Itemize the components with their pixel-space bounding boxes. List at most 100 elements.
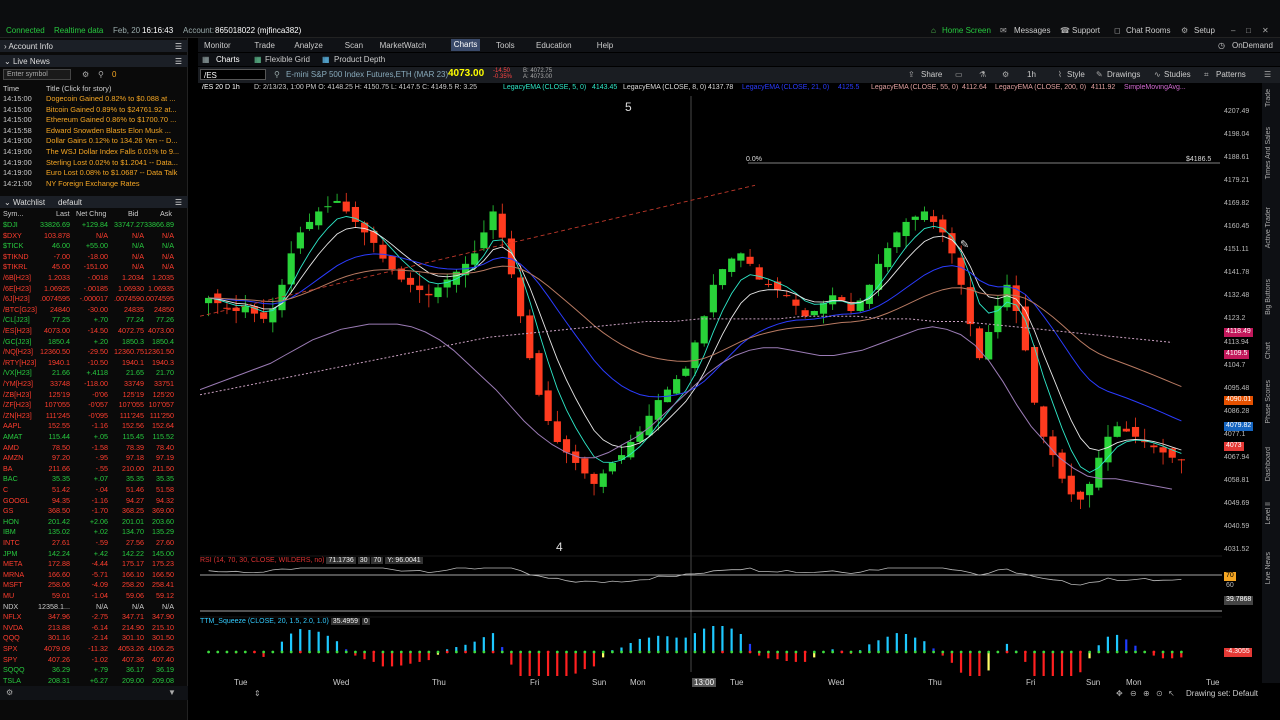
cell-symbol[interactable]: $DJI <box>3 220 18 229</box>
zoom-out-icon[interactable]: ⊖ <box>1130 689 1137 698</box>
cell-symbol[interactable]: $TIKND <box>3 252 29 261</box>
cell-symbol[interactable]: META <box>3 559 22 568</box>
account-info-header[interactable]: › Account Info ☰ <box>0 40 188 52</box>
side-tab-active-trader[interactable]: Active Trader <box>1265 207 1272 248</box>
price-chart[interactable]: 0.0% $4186.5 5 4 ✎ <box>200 96 1222 676</box>
watchlist-header[interactable]: ⌄ Watchlist default ☰ <box>0 196 188 208</box>
grid-layout-icon[interactable]: ▦ <box>254 55 262 64</box>
dropdown-icon[interactable]: ▼ <box>168 688 176 697</box>
menu-icon[interactable]: ☰ <box>1264 70 1271 79</box>
ttm-header[interactable]: TTM_Squeeze (CLOSE, 20, 1.5, 2.0, 1.0) 3… <box>200 618 370 625</box>
table-row[interactable]: IBM 135.02 +.02 134.70 135.29 <box>0 527 188 538</box>
tab-charts[interactable]: Charts <box>216 55 240 64</box>
cell-symbol[interactable]: SQQQ <box>3 665 25 674</box>
ema8-label[interactable]: LegacyEMA (CLOSE, 8, 0) <box>623 84 706 91</box>
news-row[interactable]: 14:21:00 NY Foreign Exchange Rates <box>0 179 188 190</box>
cell-symbol[interactable]: AMAT <box>3 432 22 441</box>
cell-symbol[interactable]: $TICK <box>3 241 23 250</box>
collapse-icon[interactable]: ⌄ <box>4 198 13 207</box>
table-row[interactable]: $DJI 33826.69 +129.84 33747.27 33866.89 <box>0 220 188 231</box>
cell-symbol[interactable]: /NQ[H23] <box>3 347 33 356</box>
table-row[interactable]: /6B[H23] 1.2033 -.0018 1.2034 1.2035 <box>0 273 188 284</box>
ondemand-button[interactable]: OnDemand <box>1232 41 1273 50</box>
zoom-in-icon[interactable]: ⊕ <box>1143 689 1150 698</box>
timeframe-button[interactable]: 1h <box>1027 70 1036 79</box>
chart-symbol-input[interactable]: /ES <box>200 69 266 80</box>
side-tab-big-buttons[interactable]: Big Buttons <box>1265 279 1272 315</box>
messages-button[interactable]: Messages <box>1014 26 1050 35</box>
share-icon[interactable]: ⇪ <box>908 70 915 79</box>
side-tab-level-ii[interactable]: Level II <box>1265 502 1272 525</box>
menu-analyze[interactable]: Analyze <box>294 41 322 50</box>
table-row[interactable]: BA 211.66 -.55 210.00 211.50 <box>0 464 188 475</box>
menu-icon[interactable]: ☰ <box>175 198 182 207</box>
menu-icon[interactable]: ☰ <box>175 42 182 51</box>
cell-symbol[interactable]: BA <box>3 464 13 473</box>
news-headline[interactable]: Bitcoin Gained 0.89% to $24761.92 at... <box>46 105 177 114</box>
home-icon[interactable]: ⌂ <box>931 26 936 35</box>
cell-symbol[interactable]: $DXY <box>3 231 22 240</box>
table-row[interactable]: INTC 27.61 -.59 27.56 27.60 <box>0 538 188 549</box>
minimize-icon[interactable]: – <box>1231 26 1235 35</box>
drawings-icon[interactable]: ✎ <box>1096 70 1103 79</box>
symbol-input[interactable]: Enter symbol <box>3 69 71 80</box>
news-headline[interactable]: NY Foreign Exchange Rates <box>46 179 140 188</box>
menu-scan[interactable]: Scan <box>345 41 363 50</box>
cell-symbol[interactable]: BAC <box>3 474 18 483</box>
cell-symbol[interactable]: /ZB[H23] <box>3 390 31 399</box>
gear-icon[interactable]: ⚙ <box>1181 26 1188 35</box>
menu-help[interactable]: Help <box>597 41 613 50</box>
link-icon[interactable]: ⚲ <box>274 70 280 79</box>
support-button[interactable]: Support <box>1072 26 1100 35</box>
cell-symbol[interactable]: /6J[H23] <box>3 294 30 303</box>
table-row[interactable]: $TIKND -7.00 -18.00 N/A N/A <box>0 252 188 263</box>
col-netchng[interactable]: Net Chng <box>76 209 106 218</box>
ema5-label[interactable]: LegacyEMA (CLOSE, 5, 0) <box>503 84 586 91</box>
table-row[interactable]: /CL[J23] 77.25 +.70 77.24 77.26 <box>0 315 188 326</box>
ema200-label[interactable]: LegacyEMA (CLOSE, 200, 0) <box>995 84 1086 91</box>
grid-icon[interactable]: ▦ <box>202 55 210 64</box>
cell-symbol[interactable]: NVDA <box>3 623 23 632</box>
table-row[interactable]: SPX 4079.09 -11.32 4053.26 4106.25 <box>0 644 188 655</box>
table-row[interactable]: $TICK 46.00 +55.00 N/A N/A <box>0 241 188 252</box>
table-row[interactable]: /6E[H23] 1.06925 -.00185 1.06930 1.06935 <box>0 284 188 295</box>
zoom-reset-icon[interactable]: ⊙ <box>1156 689 1163 698</box>
table-row[interactable]: HON 201.42 +2.06 201.01 203.60 <box>0 517 188 528</box>
sma-label[interactable]: SimpleMovingAvg... <box>1124 84 1186 91</box>
cell-symbol[interactable]: /ES[H23] <box>3 326 32 335</box>
ema55-label[interactable]: LegacyEMA (CLOSE, 55, 0) <box>871 84 958 91</box>
cell-symbol[interactable]: /YM[H23] <box>3 379 33 388</box>
maximize-icon[interactable]: □ <box>1246 26 1251 35</box>
cell-symbol[interactable]: NFLX <box>3 612 21 621</box>
cell-symbol[interactable]: QQQ <box>3 633 20 642</box>
news-row[interactable]: 14:19:00 The WSJ Dollar Index Falls 0.01%… <box>0 147 188 158</box>
news-row[interactable]: 14:19:00 Sterling Lost 0.02% to $1.2041 -… <box>0 158 188 169</box>
table-row[interactable]: /6J[H23] .0074595 -.000017.0074590.0074595 <box>0 294 188 305</box>
table-row[interactable]: GS 368.50 -1.70 368.25 369.00 <box>0 506 188 517</box>
side-tab-phase-scores[interactable]: Phase Scores <box>1265 380 1272 424</box>
col-sym[interactable]: Sym... <box>3 209 23 218</box>
news-row[interactable]: 14:15:00 Dogecoin Gained 0.82% to $0.088 … <box>0 94 188 105</box>
cell-symbol[interactable]: AMD <box>3 443 19 452</box>
cell-symbol[interactable]: /BTC[G23] <box>3 305 37 314</box>
table-row[interactable]: $TIKRL 45.00 -151.00 N/A N/A <box>0 262 188 273</box>
table-row[interactable]: MU 59.01 -1.04 59.06 59.12 <box>0 591 188 602</box>
close-icon[interactable]: ✕ <box>1262 26 1269 35</box>
ondemand-icon[interactable]: ◷ <box>1218 41 1225 50</box>
col-bid[interactable]: Bid <box>128 209 138 218</box>
live-news-header[interactable]: ⌄ Live News ☰ <box>0 55 188 67</box>
cell-symbol[interactable]: INTC <box>3 538 20 547</box>
table-row[interactable]: META 172.88 -4.44 175.17 175.23 <box>0 559 188 570</box>
cell-symbol[interactable]: SPY <box>3 655 17 664</box>
table-row[interactable]: AMZN 97.20 -.95 97.18 97.19 <box>0 453 188 464</box>
support-icon[interactable]: ☎ <box>1060 26 1070 35</box>
setup-button[interactable]: Setup <box>1194 26 1215 35</box>
col-last[interactable]: Last <box>56 209 70 218</box>
mail-icon[interactable]: ✉ <box>1000 26 1007 35</box>
cell-symbol[interactable]: MRNA <box>3 570 24 579</box>
table-row[interactable]: C 51.42 -.04 51.46 51.58 <box>0 485 188 496</box>
style-icon[interactable]: ⌇ <box>1058 70 1062 79</box>
news-headline[interactable]: Edward Snowden Blasts Elon Musk ... <box>46 126 171 135</box>
scroll-handle-icon[interactable]: ⇕ <box>254 689 261 698</box>
cell-symbol[interactable]: $TIKRL <box>3 262 27 271</box>
